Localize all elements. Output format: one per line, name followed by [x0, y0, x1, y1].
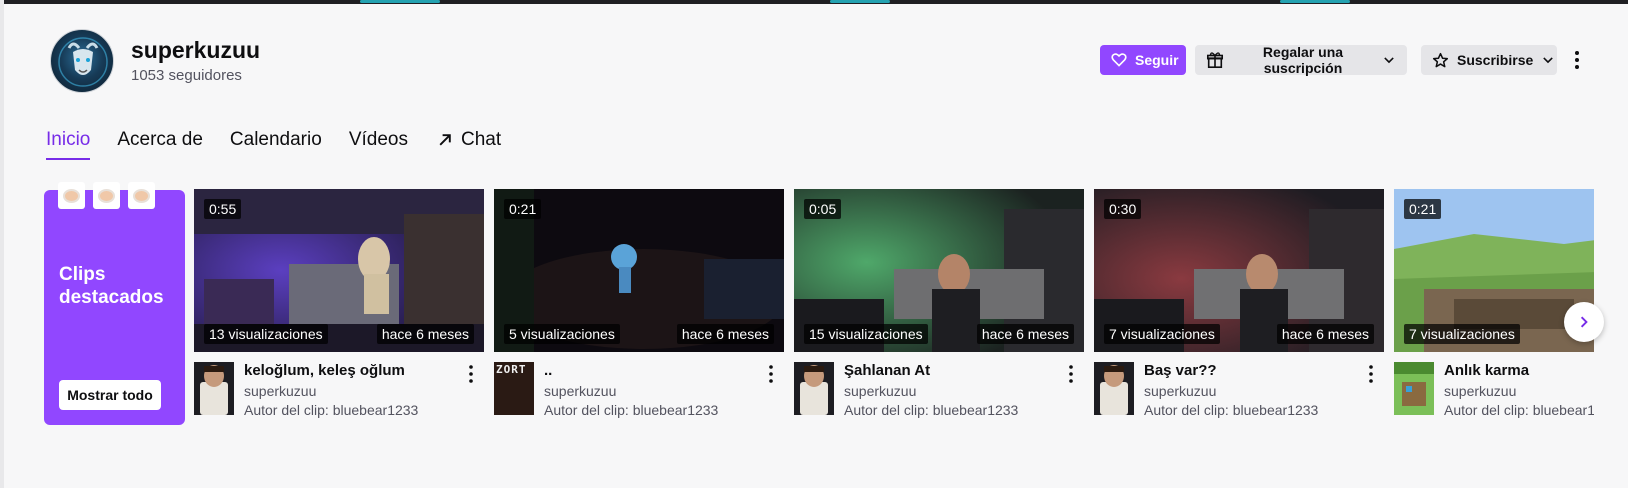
- clip-title[interactable]: Baş var??: [1144, 362, 1217, 379]
- clip-channel-link[interactable]: superkuzuu: [1444, 383, 1516, 399]
- clip-channel-link[interactable]: superkuzuu: [244, 383, 316, 399]
- gift-subscription-button[interactable]: Regalar una suscripción: [1195, 44, 1407, 76]
- tab-label: Inicio: [46, 129, 91, 150]
- clip-options-button[interactable]: [766, 363, 776, 385]
- chevron-down-icon: [1384, 57, 1394, 64]
- clip-game-thumbnail[interactable]: ZORT: [494, 362, 534, 415]
- clip-thumbnail[interactable]: 0:21 5 visualizaciones hace 6 meses: [494, 189, 784, 352]
- clip-game-thumbnail[interactable]: [1394, 362, 1434, 415]
- clips-carousel: 0:55 13 visualizaciones hace 6 meses kel…: [194, 189, 1594, 429]
- clip-author[interactable]: Autor del clip: bluebear1233: [844, 402, 1018, 418]
- banner-glow: [830, 0, 890, 3]
- clip-card[interactable]: 0:30 7 visualizaciones hace 6 meses Baş …: [1094, 189, 1384, 429]
- clip-author[interactable]: Autor del clip: bluebear1233: [1144, 402, 1318, 418]
- clip-channel-link[interactable]: superkuzuu: [844, 383, 916, 399]
- clip-title[interactable]: keloğlum, keleş oğlum: [244, 362, 405, 379]
- channel-name[interactable]: superkuzuu: [131, 37, 260, 64]
- clip-author[interactable]: Autor del clip: bluebear1233: [1444, 402, 1594, 418]
- follow-button[interactable]: Seguir: [1100, 45, 1186, 75]
- clip-date: hace 6 meses: [976, 324, 1074, 344]
- clip-views: 13 visualizaciones: [204, 324, 328, 344]
- featured-clips-title: Clips destacados: [59, 264, 164, 308]
- kebab-menu-icon: [1369, 365, 1373, 383]
- clip-duration: 0:55: [204, 199, 242, 219]
- sheep-emote-icon: [93, 182, 120, 209]
- chevron-right-icon: [1580, 316, 1588, 328]
- channel-avatar[interactable]: [50, 29, 114, 93]
- kebab-menu-icon: [469, 365, 473, 383]
- clip-card[interactable]: 0:21 7 visualizaciones Anlık karma super…: [1394, 189, 1594, 429]
- clip-thumbnail[interactable]: 0:05 15 visualizaciones hace 6 meses: [794, 189, 1084, 352]
- clip-duration: 0:21: [1404, 199, 1442, 219]
- clip-channel-link[interactable]: superkuzuu: [1144, 383, 1216, 399]
- kebab-menu-icon: [1575, 51, 1579, 69]
- game-thumb-text: ZORT: [496, 363, 527, 376]
- sheep-emote-icon: [128, 182, 155, 209]
- kebab-menu-icon: [769, 365, 773, 383]
- clip-channel-link[interactable]: superkuzuu: [544, 383, 616, 399]
- clip-title[interactable]: Anlık karma: [1444, 362, 1529, 379]
- clip-views: 5 visualizaciones: [504, 324, 620, 344]
- clip-options-button[interactable]: [1066, 363, 1076, 385]
- clip-card[interactable]: 0:21 5 visualizaciones hace 6 meses ZORT…: [494, 189, 784, 429]
- subscribe-button[interactable]: Suscribirse: [1421, 45, 1557, 75]
- clip-views: 15 visualizaciones: [804, 324, 928, 344]
- gift-label: Regalar una suscripción: [1262, 44, 1344, 76]
- clip-title[interactable]: ..: [544, 362, 552, 379]
- clip-duration: 0:30: [1104, 199, 1142, 219]
- tab-acerca-de[interactable]: Acerca de: [117, 124, 203, 160]
- tab-label: Acerca de: [117, 129, 203, 150]
- banner-glow: [360, 0, 440, 3]
- left-edge: [0, 0, 4, 488]
- clip-thumbnail[interactable]: 0:30 7 visualizaciones hace 6 meses: [1094, 189, 1384, 352]
- subscribe-label: Suscribirse: [1457, 52, 1534, 68]
- external-arrow-icon: [439, 134, 451, 146]
- clip-options-button[interactable]: [466, 363, 476, 385]
- tab-videos[interactable]: Vídeos: [349, 124, 408, 160]
- clip-date: hace 6 meses: [676, 324, 774, 344]
- clip-duration: 0:05: [804, 199, 842, 219]
- clip-game-thumbnail[interactable]: [194, 362, 234, 415]
- star-icon: [1432, 52, 1449, 67]
- clip-title[interactable]: Şahlanan At: [844, 362, 930, 379]
- top-banner-strip: [0, 0, 1628, 4]
- show-all-button[interactable]: Mostrar todo: [59, 380, 161, 410]
- tab-label: Vídeos: [348, 129, 408, 150]
- clip-views: 7 visualizaciones: [1404, 324, 1520, 344]
- clip-options-button[interactable]: [1366, 363, 1376, 385]
- clip-card[interactable]: 0:55 13 visualizaciones hace 6 meses kel…: [194, 189, 484, 429]
- clip-views: 7 visualizaciones: [1104, 324, 1220, 344]
- tab-chat[interactable]: Chat: [437, 124, 501, 160]
- clip-thumbnail[interactable]: 0:55 13 visualizaciones hace 6 meses: [194, 189, 484, 352]
- featured-clips-card: Clips destacados Mostrar todo: [44, 182, 185, 425]
- tab-calendario[interactable]: Calendario: [230, 124, 322, 160]
- clip-date: hace 6 meses: [376, 324, 474, 344]
- tab-label: Calendario: [229, 129, 322, 150]
- clip-author[interactable]: Autor del clip: bluebear1233: [244, 402, 418, 418]
- clip-card[interactable]: 0:05 15 visualizaciones hace 6 meses Şah…: [794, 189, 1084, 429]
- more-options-button[interactable]: [1565, 45, 1589, 75]
- carousel-next-button[interactable]: [1564, 302, 1604, 342]
- follow-label: Seguir: [1135, 52, 1179, 68]
- tab-inicio[interactable]: Inicio: [46, 124, 91, 160]
- clip-duration: 0:21: [504, 199, 542, 219]
- clip-author[interactable]: Autor del clip: bluebear1233: [544, 402, 718, 418]
- follower-count: 1053 seguidores: [131, 67, 242, 84]
- gift-icon: [1206, 52, 1224, 69]
- clip-date: hace 6 meses: [1276, 324, 1374, 344]
- clip-game-thumbnail[interactable]: [794, 362, 834, 415]
- sheep-emote-icon: [58, 182, 85, 209]
- kebab-menu-icon: [1069, 365, 1073, 383]
- heart-icon: [1111, 53, 1127, 67]
- chevron-down-icon: [1543, 57, 1554, 64]
- banner-glow: [1280, 0, 1350, 3]
- tab-label: Chat: [460, 129, 502, 150]
- channel-tabs: Inicio Acerca de Calendario Vídeos Chat: [46, 124, 528, 160]
- channel-header: superkuzuu 1053 seguidores Seguir Regala…: [50, 29, 1590, 93]
- clip-game-thumbnail[interactable]: [1094, 362, 1134, 415]
